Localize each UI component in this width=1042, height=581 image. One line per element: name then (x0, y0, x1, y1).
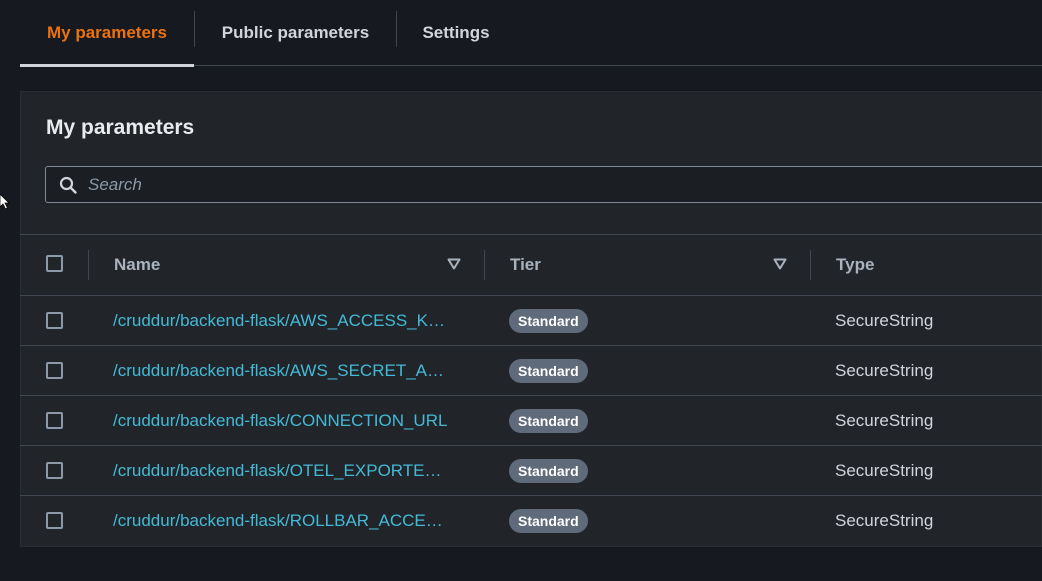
parameter-type: SecureString (835, 461, 934, 480)
mouse-cursor-icon (0, 194, 10, 210)
table-row: /cruddur/backend-flask/AWS_SECRET_A… Sta… (20, 346, 1042, 396)
tier-badge: Standard (509, 459, 588, 483)
table-header: Name Tier Type (20, 235, 1042, 296)
search-icon (59, 176, 77, 194)
parameter-name-link[interactable]: /cruddur/backend-flask/OTEL_EXPORTE… (113, 446, 458, 496)
search-box (45, 166, 1042, 203)
row-checkbox[interactable] (46, 512, 63, 529)
tab-bar: My parameters Public parameters Settings (20, 0, 1042, 67)
table-row: /cruddur/backend-flask/ROLLBAR_ACCE… Sta… (20, 496, 1042, 546)
parameter-type: SecureString (835, 411, 934, 430)
tab-label: Public parameters (221, 23, 370, 42)
row-checkbox[interactable] (46, 462, 63, 479)
tier-badge: Standard (509, 509, 588, 533)
column-divider (810, 250, 811, 280)
row-checkbox[interactable] (46, 362, 63, 379)
row-checkbox[interactable] (46, 412, 63, 429)
select-all-checkbox[interactable] (46, 255, 63, 272)
table-row: /cruddur/backend-flask/AWS_ACCESS_K… Sta… (20, 296, 1042, 346)
column-header-name[interactable]: Name (114, 235, 160, 295)
row-checkbox[interactable] (46, 312, 63, 329)
sort-down-icon[interactable] (447, 258, 461, 270)
tier-badge: Standard (509, 409, 588, 433)
parameter-type: SecureString (835, 511, 934, 530)
panel-title: My parameters (46, 116, 195, 139)
tab-public-parameters[interactable]: Public parameters (195, 0, 396, 66)
search-input[interactable] (88, 173, 988, 197)
tab-label: My parameters (46, 23, 167, 42)
column-header-type[interactable]: Type (836, 235, 874, 295)
table-row: /cruddur/backend-flask/OTEL_EXPORTE… Sta… (20, 446, 1042, 496)
parameter-name-link[interactable]: /cruddur/backend-flask/AWS_ACCESS_K… (113, 296, 458, 346)
parameter-name-link[interactable]: /cruddur/backend-flask/ROLLBAR_ACCE… (113, 496, 458, 546)
column-divider (88, 250, 89, 280)
tab-settings[interactable]: Settings (397, 0, 515, 66)
tier-badge: Standard (509, 309, 588, 333)
column-divider (484, 250, 485, 280)
tab-my-parameters[interactable]: My parameters (20, 0, 194, 67)
tab-label: Settings (422, 23, 490, 42)
sort-down-icon[interactable] (773, 258, 787, 270)
parameter-name-link[interactable]: /cruddur/backend-flask/CONNECTION_URL (113, 396, 458, 446)
table-row: /cruddur/backend-flask/CONNECTION_URL St… (20, 396, 1042, 446)
tier-badge: Standard (509, 359, 588, 383)
parameter-type: SecureString (835, 361, 934, 380)
column-header-tier[interactable]: Tier (510, 235, 541, 295)
parameter-name-link[interactable]: /cruddur/backend-flask/AWS_SECRET_A… (113, 346, 458, 396)
parameter-type: SecureString (835, 311, 934, 330)
